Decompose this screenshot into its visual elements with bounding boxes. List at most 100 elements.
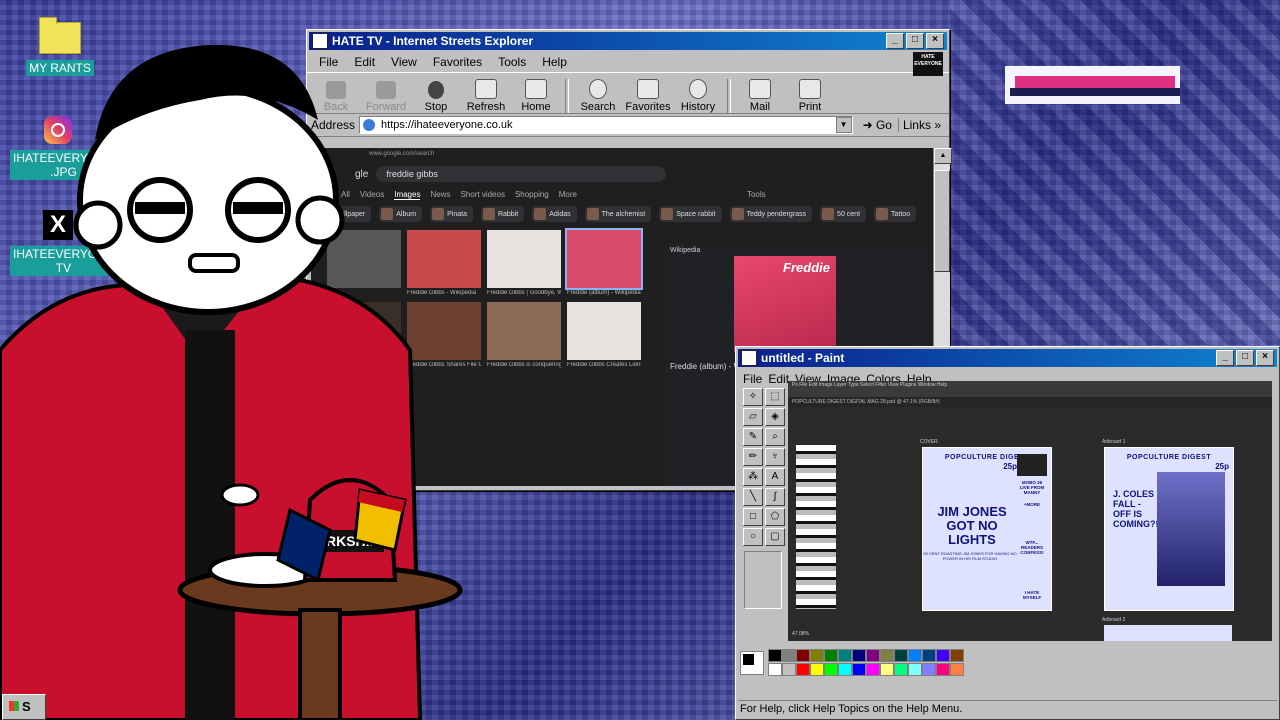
color-swatch[interactable] xyxy=(908,649,922,662)
rectangle-icon[interactable]: □ xyxy=(743,508,763,526)
paint-titlebar[interactable]: untitled - Paint _ □ × xyxy=(738,349,1277,367)
chip[interactable]: Teddy pendergrass xyxy=(729,206,813,222)
tab-more[interactable]: More xyxy=(559,190,577,200)
brush-icon[interactable]: ♆ xyxy=(765,448,785,466)
fill-icon[interactable]: ◈ xyxy=(765,408,785,426)
chip[interactable]: The alchemist xyxy=(584,206,652,222)
preview-image[interactable]: Freddie xyxy=(734,256,836,352)
mail-button[interactable]: Mail xyxy=(735,79,785,113)
text-icon[interactable]: A xyxy=(765,468,785,486)
maximize-button[interactable]: □ xyxy=(906,33,924,49)
chip[interactable]: Tattoo xyxy=(874,206,917,222)
eraser-icon[interactable]: ▱ xyxy=(743,408,763,426)
mag-price: 25p xyxy=(1003,462,1017,471)
zoom-level: 47.08% xyxy=(792,631,809,637)
artboard-label: COVER xyxy=(920,439,938,445)
color-swatch[interactable] xyxy=(810,649,824,662)
minimize-button[interactable]: _ xyxy=(886,33,904,49)
chip[interactable]: Adidas xyxy=(532,206,577,222)
maximize-button[interactable]: □ xyxy=(1236,350,1254,366)
links-button[interactable]: Links » xyxy=(899,118,945,132)
favorites-button[interactable]: Favorites xyxy=(623,79,673,113)
color-swatch[interactable] xyxy=(950,663,964,676)
color-swatch[interactable] xyxy=(796,663,810,676)
search-button[interactable]: Search xyxy=(573,79,623,113)
rounded-rect-icon[interactable]: ▢ xyxy=(765,528,785,546)
color-swatch[interactable] xyxy=(908,663,922,676)
color-swatch[interactable] xyxy=(950,649,964,662)
pencil-icon[interactable]: ✏ xyxy=(743,448,763,466)
result-caption: Freddie Gibbs | Goodbye, Wiki | xyxy=(487,290,561,296)
ps-document-tab: POPCULTURE DIGEST DIGITAL MAG 28.psd @ 4… xyxy=(788,397,1272,407)
image-result[interactable]: Freddie Gibbs | Goodbye, Wiki | xyxy=(487,230,561,296)
color-swatch[interactable] xyxy=(894,663,908,676)
color-swatch[interactable] xyxy=(866,663,880,676)
glitch-bar xyxy=(1015,76,1175,88)
print-icon xyxy=(799,79,821,99)
scroll-thumb[interactable] xyxy=(934,170,950,272)
go-button[interactable]: ➜ Go xyxy=(857,118,899,132)
tool-options[interactable] xyxy=(744,551,782,609)
home-label: Home xyxy=(521,101,551,113)
curve-icon[interactable]: ∫ xyxy=(765,488,785,506)
color-swatch[interactable] xyxy=(936,649,950,662)
color-swatch[interactable] xyxy=(936,663,950,676)
go-label: Go xyxy=(875,118,892,132)
ps-tab-label: POPCULTURE DIGEST DIGITAL MAG 28.psd @ 4… xyxy=(792,399,940,405)
color-swatch[interactable] xyxy=(782,649,796,662)
artboard-strip xyxy=(796,445,836,609)
color-swatch[interactable] xyxy=(838,663,852,676)
current-colors[interactable] xyxy=(740,650,764,675)
home-button[interactable]: Home xyxy=(511,79,561,113)
image-result[interactable]: Freddie Gibbs Creates Lions Hit Spec... xyxy=(567,302,641,368)
tab-shopping[interactable]: Shopping xyxy=(515,190,549,200)
color-swatch[interactable] xyxy=(880,649,894,662)
color-swatch[interactable] xyxy=(922,663,936,676)
print-button[interactable]: Print xyxy=(785,79,835,113)
color-swatch[interactable] xyxy=(866,649,880,662)
free-select-icon[interactable]: ✧ xyxy=(743,388,763,406)
paint-canvas[interactable]: Ps File Edit Image Layer Type Select Fil… xyxy=(788,381,1272,641)
minimize-button[interactable]: _ xyxy=(1216,350,1234,366)
color-swatch[interactable] xyxy=(880,663,894,676)
magnifier-icon[interactable]: ⌕ xyxy=(765,428,785,446)
close-button[interactable]: × xyxy=(926,33,944,49)
color-swatch[interactable] xyxy=(824,649,838,662)
chip[interactable]: Rabbit xyxy=(480,206,525,222)
start-button[interactable]: S xyxy=(2,694,46,720)
scroll-up-button[interactable]: ▲ xyxy=(934,148,952,164)
menu-tools[interactable]: Tools xyxy=(490,55,534,69)
color-swatch[interactable] xyxy=(824,663,838,676)
color-swatch[interactable] xyxy=(922,649,936,662)
glitch-pattern xyxy=(950,0,1280,345)
airbrush-icon[interactable]: ⁂ xyxy=(743,468,763,486)
polygon-icon[interactable]: ⬠ xyxy=(765,508,785,526)
chip[interactable]: Space rabbit xyxy=(659,206,722,222)
image-result[interactable]: Freddie Gibbs is conquering hip h... xyxy=(487,302,561,368)
picker-icon[interactable]: ✎ xyxy=(743,428,763,446)
color-swatch[interactable] xyxy=(852,663,866,676)
color-swatch[interactable] xyxy=(768,649,782,662)
close-button[interactable]: × xyxy=(1256,350,1274,366)
chevron-down-icon[interactable]: ▼ xyxy=(835,117,852,133)
menu-help[interactable]: Help xyxy=(534,55,575,69)
color-swatch[interactable] xyxy=(852,649,866,662)
menu-file[interactable]: File xyxy=(740,372,765,386)
line-icon[interactable]: ╲ xyxy=(743,488,763,506)
mag-header: POPCULTURE DIGEST xyxy=(1126,454,1212,461)
rect-select-icon[interactable]: ⬚ xyxy=(765,388,785,406)
color-swatch[interactable] xyxy=(782,663,796,676)
history-button[interactable]: History xyxy=(673,79,723,113)
color-swatch[interactable] xyxy=(796,649,810,662)
ps-menubar: Ps File Edit Image Layer Type Select Fil… xyxy=(788,381,1272,389)
color-swatch[interactable] xyxy=(838,649,852,662)
image-result[interactable]: Freddie (album) - Wikipedia xyxy=(565,228,643,296)
chip[interactable]: 50 cent xyxy=(820,206,867,222)
mag-side-text: MOBO 26 LIVE FROM MANNY xyxy=(1019,480,1045,495)
color-swatch[interactable] xyxy=(810,663,824,676)
swatch-grid xyxy=(768,649,964,676)
tab-tools[interactable]: Tools xyxy=(747,190,766,200)
ellipse-icon[interactable]: ○ xyxy=(743,528,763,546)
color-swatch[interactable] xyxy=(768,663,782,676)
color-swatch[interactable] xyxy=(894,649,908,662)
